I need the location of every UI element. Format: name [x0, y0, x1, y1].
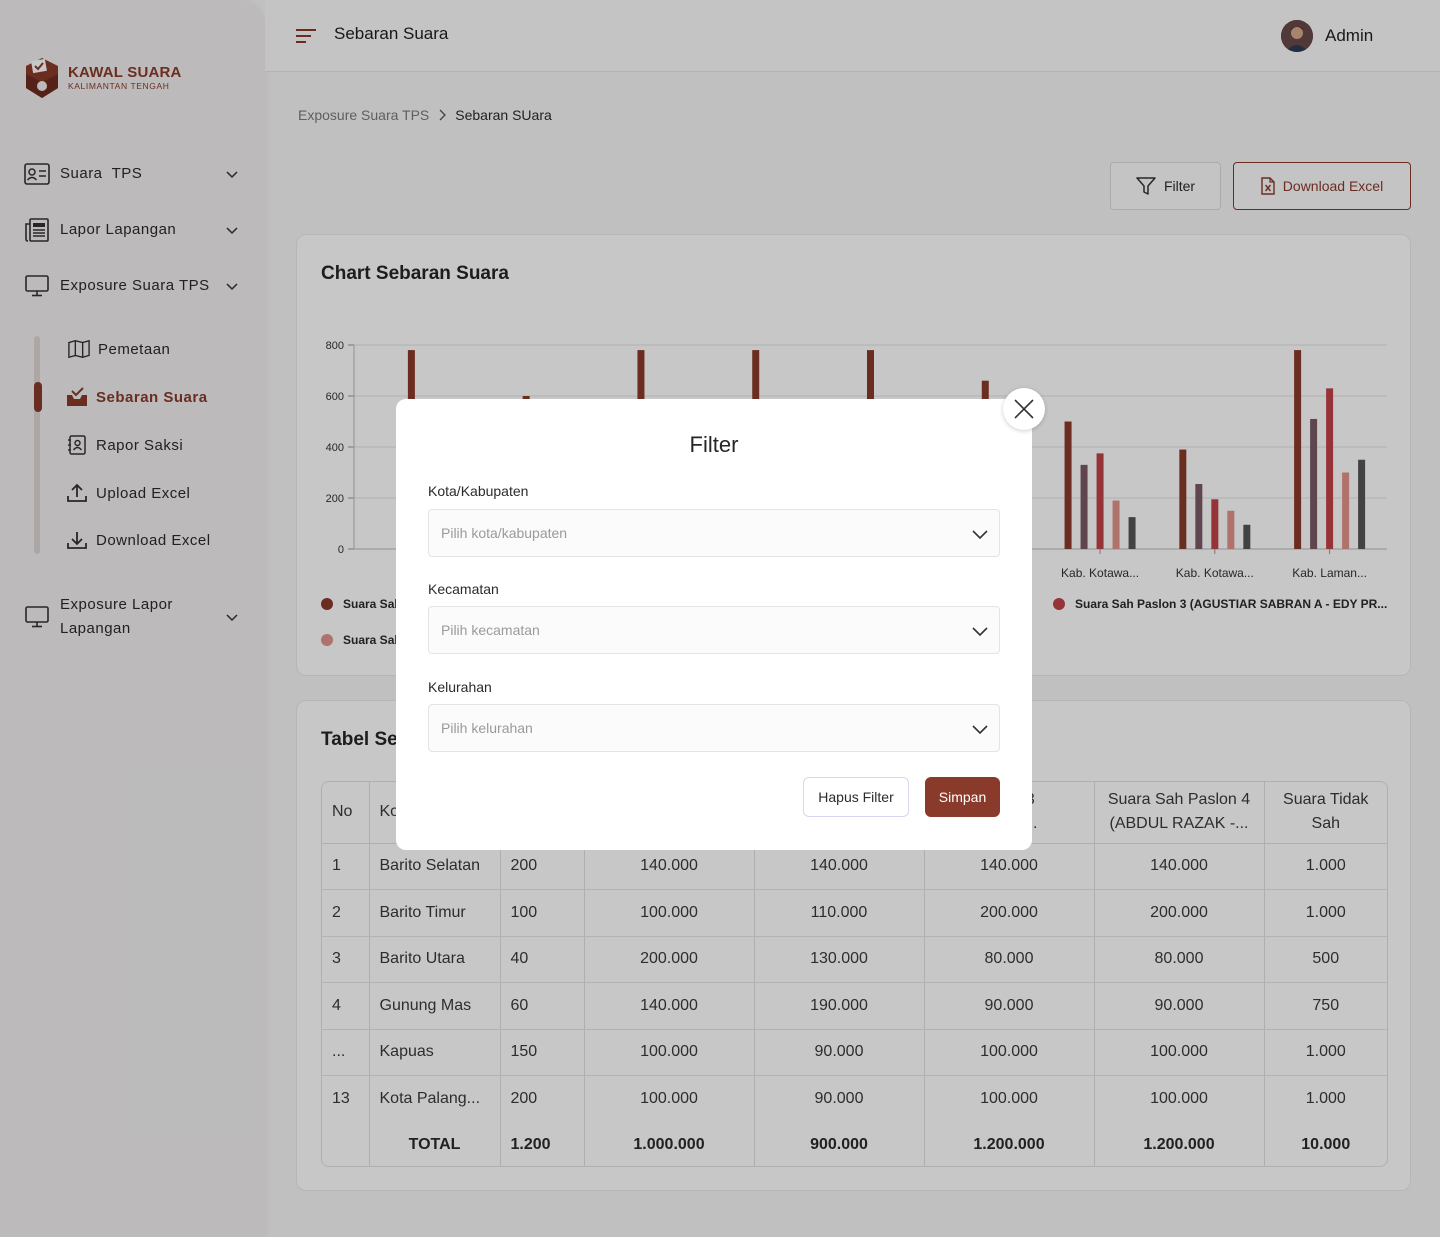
- field-label: Kota/Kabupaten: [428, 483, 529, 499]
- chevron-down-icon: [972, 627, 988, 637]
- select-placeholder: Pilih kecamatan: [441, 622, 540, 638]
- close-modal-button[interactable]: [1003, 388, 1045, 430]
- select-placeholder: Pilih kota/kabupaten: [441, 525, 568, 541]
- chevron-down-icon: [972, 725, 988, 735]
- select-placeholder: Pilih kelurahan: [441, 720, 533, 736]
- field-label: Kelurahan: [428, 679, 492, 695]
- kecamatan-select[interactable]: Pilih kecamatan: [428, 606, 1000, 654]
- clear-filter-button[interactable]: Hapus Filter: [803, 777, 909, 817]
- chevron-down-icon: [972, 530, 988, 540]
- close-icon: [1014, 399, 1034, 419]
- kota-kabupaten-select[interactable]: Pilih kota/kabupaten: [428, 509, 1000, 557]
- filter-modal: Filter Kota/Kabupaten Pilih kota/kabupat…: [396, 399, 1032, 850]
- kelurahan-select[interactable]: Pilih kelurahan: [428, 704, 1000, 752]
- field-label: Kecamatan: [428, 581, 499, 597]
- save-button[interactable]: Simpan: [925, 777, 1000, 817]
- modal-title: Filter: [689, 432, 739, 457]
